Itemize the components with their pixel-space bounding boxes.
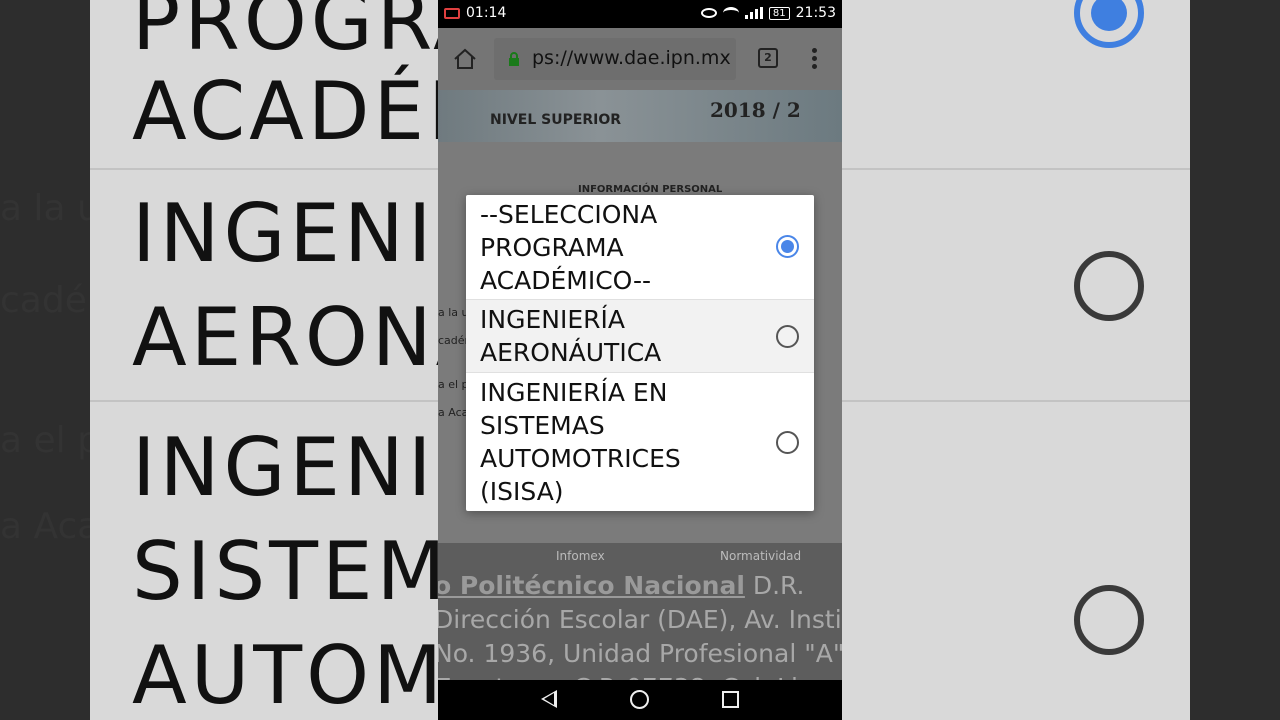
background-left-panel: a la u cadé a el p a Acad bbox=[0, 0, 90, 720]
browser-toolbar: ps://www.dae.ipn.mx 2 bbox=[438, 28, 842, 90]
option-aeronautica[interactable]: INGENIERÍA AERONÁUTICA bbox=[466, 300, 814, 373]
android-nav-bar bbox=[438, 680, 842, 720]
eye-comfort-icon bbox=[700, 8, 717, 18]
program-select-dialog: --SELECCIONA PROGRAMA ACADÉMICO-- INGENI… bbox=[466, 195, 814, 511]
section-title: INFORMACIÓN PERSONAL bbox=[578, 184, 723, 195]
radio-checked-icon[interactable] bbox=[776, 235, 799, 258]
wifi-icon bbox=[722, 7, 739, 19]
radio-unchecked-icon[interactable] bbox=[776, 325, 799, 348]
battery-icon: 81 bbox=[768, 6, 790, 20]
recent-apps-icon[interactable] bbox=[722, 691, 739, 708]
tab-switcher-icon[interactable]: 2 bbox=[758, 48, 778, 68]
status-time-right: 21:53 bbox=[795, 5, 836, 21]
background-radio bbox=[1074, 251, 1144, 321]
url-bar[interactable]: ps://www.dae.ipn.mx bbox=[494, 38, 736, 80]
banner-year: 2018 / 2 bbox=[710, 98, 801, 122]
form-label: a el p bbox=[438, 378, 469, 391]
background-right-panel bbox=[1190, 0, 1280, 720]
overflow-menu-icon[interactable] bbox=[812, 48, 818, 70]
background-text: INGENI bbox=[132, 187, 436, 280]
option-label: --SELECCIONA PROGRAMA ACADÉMICO-- bbox=[480, 200, 658, 295]
background-text: AUTOM bbox=[132, 629, 447, 720]
url-text: ps://www.dae.ipn.mx bbox=[532, 47, 731, 69]
page-footer: Infomex Normatividad o Politécnico Nacio… bbox=[438, 543, 842, 680]
option-isisa[interactable]: INGENIERÍA EN SISTEMAS AUTOMOTRICES (ISI… bbox=[466, 373, 814, 511]
footer-link-ipn[interactable]: o Politécnico Nacional bbox=[438, 571, 745, 600]
background-text: a el p bbox=[0, 420, 90, 461]
background-text: SISTEM bbox=[132, 525, 450, 618]
background-text: cadé bbox=[0, 280, 87, 321]
footer-link-normatividad[interactable]: Normatividad bbox=[720, 549, 801, 563]
option-label: INGENIERÍA AERONÁUTICA bbox=[480, 305, 662, 367]
background-text: a la u bbox=[0, 188, 90, 229]
status-bar: 01:14 81 21:53 bbox=[438, 0, 842, 28]
home-circle-icon[interactable] bbox=[630, 690, 649, 709]
signal-icon bbox=[744, 7, 763, 19]
lock-icon bbox=[509, 52, 519, 66]
form-label: a la u bbox=[438, 306, 469, 319]
status-time-left: 01:14 bbox=[466, 5, 507, 21]
background-radio bbox=[1074, 585, 1144, 655]
footer-text: o Politécnico Nacional D.R. Dirección Es… bbox=[438, 569, 842, 680]
screen-record-icon bbox=[444, 7, 460, 19]
screen: a la u cadé a el p a Acad PROGRA ACADÉM … bbox=[0, 0, 1280, 720]
footer-link-infomex[interactable]: Infomex bbox=[556, 549, 605, 563]
back-icon[interactable] bbox=[541, 690, 557, 708]
option-select-program[interactable]: --SELECCIONA PROGRAMA ACADÉMICO-- bbox=[466, 195, 814, 300]
home-icon[interactable] bbox=[452, 46, 478, 72]
banner-level: NIVEL SUPERIOR bbox=[490, 112, 622, 128]
page-banner: NIVEL SUPERIOR 2018 / 2 bbox=[438, 90, 842, 142]
background-text: a Acad bbox=[0, 506, 90, 547]
radio-unchecked-icon[interactable] bbox=[776, 431, 799, 454]
background-text: INGENI bbox=[132, 421, 436, 514]
option-label: INGENIERÍA EN SISTEMAS AUTOMOTRICES (ISI… bbox=[480, 378, 681, 506]
